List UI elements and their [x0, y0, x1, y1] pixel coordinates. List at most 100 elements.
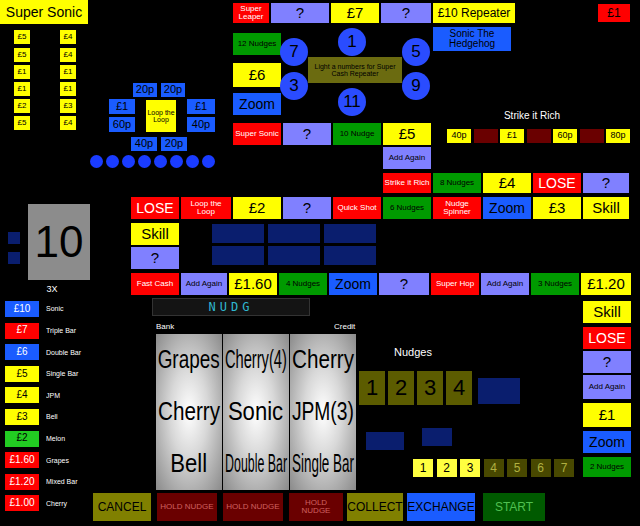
paytable-symbol: JPM — [46, 386, 90, 404]
reel-symbol: Cherry(4) — [223, 346, 289, 373]
machine-button[interactable]: START — [482, 492, 546, 522]
ladder-lamp: £4 — [60, 116, 76, 130]
board-tile: ? — [582, 172, 630, 194]
board-tile: Zoom — [328, 272, 378, 296]
paytable-symbol: Bell — [46, 408, 90, 426]
nudge-digit: 3 — [416, 370, 444, 406]
reel-symbol: Sonic — [223, 398, 288, 425]
board-tile: ? — [378, 272, 430, 296]
trail-dot — [186, 155, 199, 168]
reel: Cherry JPM(3) Single Bar — [290, 334, 356, 490]
paytable-amount: £1.00 — [4, 494, 40, 512]
button-face: EXCHANGE — [407, 501, 474, 514]
unlit-lamp — [324, 224, 376, 243]
board-tile: ? — [282, 196, 332, 220]
board-tile: ? — [282, 122, 332, 146]
board-tile: Add Again — [180, 272, 228, 296]
reel-symbol: Cherry — [290, 346, 356, 373]
machine-button[interactable]: COLLECT — [346, 492, 404, 522]
number-lamp: 7 — [553, 458, 575, 478]
trail-dot — [154, 155, 167, 168]
board-tile: £5 — [382, 122, 432, 146]
board-tile: £1.20 — [580, 272, 632, 296]
board-tile: £2 — [232, 196, 282, 220]
machine-button[interactable]: HOLD NUDGE — [222, 492, 284, 522]
paytable-symbol: Cherry — [46, 494, 90, 512]
board-tile: LOSE — [532, 172, 582, 194]
paytable-symbol: Sonic — [46, 300, 90, 318]
reel-symbol: Cherry — [156, 398, 222, 425]
ladder-lamp: £2 — [14, 99, 30, 113]
trail-dot — [138, 155, 151, 168]
paytable-symbol: Triple Bar — [46, 322, 90, 340]
strike-step — [526, 128, 552, 144]
paytable-symbol: Melon — [46, 430, 90, 448]
loop-lamp: £1 — [108, 98, 136, 115]
machine-button[interactable]: CANCEL — [92, 492, 152, 522]
reel: Cherry(4)SonicDouble Bar — [223, 334, 289, 490]
machine-button[interactable]: EXCHANGE — [406, 492, 476, 522]
board-tile: Loop the Loop — [180, 196, 232, 220]
board-tile: Nudge Spinner — [432, 196, 482, 220]
board-tile: Skill — [130, 222, 180, 246]
board-tile: Add Again — [582, 374, 632, 400]
strike-step: 40p — [446, 128, 472, 144]
ladder-lamp: £5 — [14, 48, 30, 62]
board-tile: Super Hop — [430, 272, 480, 296]
board-tile: Skill — [582, 196, 630, 220]
reel-symbol: JPM(3) — [290, 398, 356, 425]
repeater-caption: Light a numbers for Super Cash Repeater — [308, 57, 402, 83]
nudge-digit: 2 — [387, 370, 415, 406]
button-face: COLLECT — [347, 501, 402, 514]
nudge-digit: 1 — [358, 370, 386, 406]
number-lamp: 5 — [506, 458, 528, 478]
board-tile: Zoom — [232, 92, 282, 116]
trail-dot — [202, 155, 215, 168]
board-tile: Sonic The Hedgehog — [432, 26, 512, 52]
ladder-lamp: £5 — [14, 30, 30, 44]
strike-step: 60p — [552, 128, 578, 144]
button-face: HOLD NUDGE — [160, 503, 213, 511]
button-face: HOLD NUDGE — [226, 503, 279, 511]
board-tile: 10 Nudge — [332, 122, 382, 146]
button-face: HOLD NUDGE — [290, 499, 342, 516]
board-tile: Zoom — [582, 430, 632, 454]
paytable-amount: £10 — [4, 300, 40, 318]
unlit-lamp — [212, 224, 264, 243]
number-lamp: 6 — [530, 458, 552, 478]
trail-dot — [122, 155, 135, 168]
number-lamp: 5 — [402, 38, 430, 66]
unlit-lamp — [478, 378, 520, 404]
board-tile: £1.60 — [228, 272, 278, 296]
board-tile: £3 — [532, 196, 582, 220]
machine-button[interactable]: HOLD NUDGE — [156, 492, 218, 522]
board-tile: Add Again — [480, 272, 530, 296]
reel-symbol: Single Bar — [290, 450, 356, 477]
board-tile: 3 Nudges — [530, 272, 580, 296]
board-tile: Add Again — [382, 146, 432, 170]
reel-symbol: Grapes — [156, 346, 222, 373]
ladder-lamp: £1 — [60, 82, 76, 96]
ladder-lamp: £1 — [14, 65, 30, 79]
paytable-amount: £3 — [4, 408, 40, 426]
paytable-amount: £2 — [4, 430, 40, 448]
paytable-symbol: Double Bar — [46, 343, 90, 361]
loop-lamp: 40p — [186, 116, 216, 133]
corner-prize: £1 — [598, 4, 630, 22]
board-tile: 8 Nudges — [432, 172, 482, 194]
ladder-lamp: £3 — [60, 99, 76, 113]
board-tile: £6 — [232, 62, 282, 88]
number-lamp: 2 — [436, 458, 458, 478]
trail-dot — [90, 155, 103, 168]
strike-step — [473, 128, 499, 144]
game-title: Super Sonic — [0, 0, 88, 24]
nudge-digit: 4 — [445, 370, 473, 406]
unlit-lamp — [422, 428, 452, 446]
board-tile: ? — [270, 2, 330, 24]
nudge-display: NUDG — [152, 298, 310, 316]
unlit-lamp — [8, 232, 20, 244]
paytable-symbol: Single Bar — [46, 365, 90, 383]
machine-button[interactable]: HOLD NUDGE — [288, 492, 344, 522]
loop-lamp: 20p — [132, 82, 158, 98]
board-tile: Quick Shot — [332, 196, 382, 220]
